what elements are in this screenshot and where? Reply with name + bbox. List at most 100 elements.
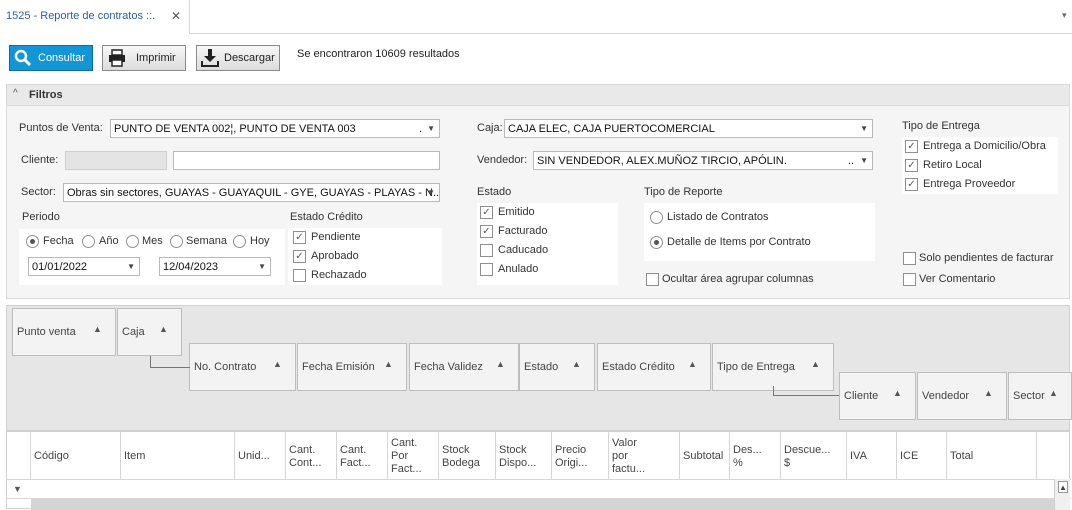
close-icon[interactable]: ✕ [171, 9, 181, 23]
group-header[interactable]: Fecha Emisión ▲ [297, 343, 407, 391]
column-header-label: Valor [612, 437, 637, 449]
checkbox-rechazado[interactable] [293, 269, 306, 282]
column-header[interactable]: Cant. Fact... [337, 432, 388, 479]
checkbox-pendiente[interactable]: ✓ [293, 231, 306, 244]
group-connector [773, 386, 839, 396]
column-header[interactable]: Cant. Cont... [286, 432, 337, 479]
detalle-items-label: Detalle de Items por Contrato [667, 236, 811, 248]
chevron-down-icon[interactable]: ▾ [1062, 10, 1067, 21]
group-header-label: Estado Crédito [602, 361, 675, 373]
estado-credito-label: Estado Crédito [290, 211, 363, 223]
tab-reporte-contratos[interactable]: 1525 - Reporte de contratos ::. ✕ [0, 0, 190, 34]
column-header[interactable]: Valor por factu... [609, 432, 680, 479]
caja-select[interactable]: CAJA ELEC, CAJA PUERTOCOMERCIAL ▼ [504, 119, 873, 138]
radio-detalle-items[interactable] [650, 236, 663, 249]
column-header[interactable]: IVA [847, 432, 897, 479]
column-header[interactable]: Stock Dispo... [496, 432, 552, 479]
group-header[interactable]: Tipo de Entrega ▲ [712, 343, 834, 391]
group-header[interactable]: Estado ▲ [519, 343, 595, 391]
column-header[interactable]: Descue... $ [781, 432, 847, 479]
radio-mes-label: Mes [142, 235, 163, 247]
group-header[interactable]: Sector ▲ [1008, 372, 1072, 420]
imprimir-button[interactable]: Imprimir [102, 45, 186, 71]
group-header[interactable]: Cliente ▲ [839, 372, 916, 420]
checkbox-caducado[interactable] [480, 244, 493, 257]
group-header-label: Fecha Emisión [302, 361, 375, 373]
column-header[interactable]: Unid... [235, 432, 286, 479]
column-header-label: Subtotal [683, 450, 724, 462]
checkbox-entrega-proveedor[interactable]: ✓ [905, 178, 918, 191]
group-connector [150, 356, 190, 368]
group-header[interactable]: Caja ▲ [117, 308, 182, 356]
sort-arrow-icon: ▲ [984, 388, 993, 398]
column-header-label: ICE [900, 450, 919, 462]
descargar-button[interactable]: Descargar [196, 45, 280, 71]
group-header-label: Caja [122, 326, 145, 338]
estado-credito-group: ✓ Pendiente ✓ Aprobado Rechazado [288, 228, 442, 285]
ver-comentario-label: Ver Comentario [919, 273, 996, 285]
group-header[interactable]: No. Contrato ▲ [189, 343, 296, 391]
checkbox-emitido[interactable]: ✓ [480, 206, 493, 219]
group-header[interactable]: Fecha Validez ▲ [409, 343, 519, 391]
column-header[interactable]: Des...% [730, 432, 781, 479]
radio-anio[interactable] [82, 235, 95, 248]
column-header[interactable]: Total [947, 432, 1037, 479]
radio-anio-label: Año [99, 235, 119, 247]
filter-row[interactable]: ▼ [7, 479, 1071, 499]
entrega-proveedor-label: Entrega Proveedor [923, 178, 1016, 190]
cliente-input[interactable] [173, 151, 440, 170]
collapse-icon[interactable]: ^ [13, 88, 18, 99]
column-header[interactable]: Código [31, 432, 121, 479]
scroll-up-icon[interactable]: ▲ [1058, 481, 1068, 493]
radio-listado-contratos[interactable] [650, 211, 663, 224]
group-header-label: Estado [524, 361, 559, 373]
row-indicator-header [7, 432, 31, 479]
column-header[interactable]: Stock Bodega [439, 432, 496, 479]
checkbox-anulado[interactable] [480, 263, 493, 276]
sort-arrow-icon: ▲ [811, 359, 820, 369]
date-to-picker[interactable]: 12/04/2023 ▼ [159, 257, 271, 276]
checkbox-aprobado[interactable]: ✓ [293, 250, 306, 263]
group-header-label: Vendedor [922, 390, 970, 402]
date-from-picker[interactable]: 01/01/2022 ▼ [28, 257, 140, 276]
filters-header[interactable]: ^ Filtros [7, 85, 1069, 106]
date-to-value: 12/04/2023 [163, 261, 219, 273]
checkbox-solo-pendientes[interactable] [903, 252, 916, 265]
column-header[interactable]: Subtotal [680, 432, 730, 479]
cliente-code-field [65, 151, 167, 170]
checkbox-entrega-domicilio[interactable]: ✓ [905, 140, 918, 153]
listado-contratos-label: Listado de Contratos [667, 211, 769, 223]
filter-icon[interactable]: ▼ [13, 484, 22, 494]
consultar-button[interactable]: Consultar [9, 45, 93, 71]
column-header-label: Total [950, 450, 974, 462]
group-header-label: Cliente [844, 390, 879, 402]
checkbox-ocultar-area[interactable] [646, 273, 659, 286]
periodo-group: Fecha Año Mes Semana Hoy 01/01/2022 ▼ 12… [19, 229, 285, 285]
group-header[interactable]: Vendedor ▲ [917, 372, 1007, 420]
vendedor-select[interactable]: SIN VENDEDOR, ALEX.MUÑOZ TIRCIO, APÓLIN.… [533, 151, 873, 170]
group-header[interactable]: Punto venta ▲ [12, 308, 116, 356]
column-header-label: Stock [499, 443, 527, 456]
sort-arrow-icon: ▲ [893, 388, 902, 398]
column-header[interactable]: Cant. Por Fact... [388, 432, 439, 479]
column-header[interactable]: ICE [897, 432, 947, 479]
radio-semana[interactable] [170, 235, 183, 248]
printer-icon [109, 49, 125, 67]
radio-fecha[interactable] [26, 235, 39, 248]
group-header[interactable]: Estado Crédito ▲ [597, 343, 711, 391]
vertical-scrollbar[interactable]: ▲ [1054, 479, 1070, 510]
checkbox-ver-comentario[interactable] [903, 273, 916, 286]
column-header[interactable]: Item [121, 432, 235, 479]
checkbox-retiro-local[interactable]: ✓ [905, 159, 918, 172]
column-header-label: Cant. [289, 443, 316, 456]
column-header[interactable]: Precio Origi... [552, 432, 609, 479]
sector-select[interactable]: Obras sin sectores, GUAYAS - GUAYAQUIL -… [63, 183, 440, 202]
estado-label: Estado [477, 186, 512, 198]
sort-arrow-icon: ▲ [1049, 388, 1058, 398]
radio-mes[interactable] [126, 235, 139, 248]
column-header-label: Fact... [391, 463, 422, 475]
radio-hoy[interactable] [233, 235, 246, 248]
column-header-label: Descue... [784, 443, 831, 456]
puntos-venta-select[interactable]: PUNTO DE VENTA 002¦, PUNTO DE VENTA 003 … [110, 119, 440, 138]
checkbox-facturado[interactable]: ✓ [480, 225, 493, 238]
